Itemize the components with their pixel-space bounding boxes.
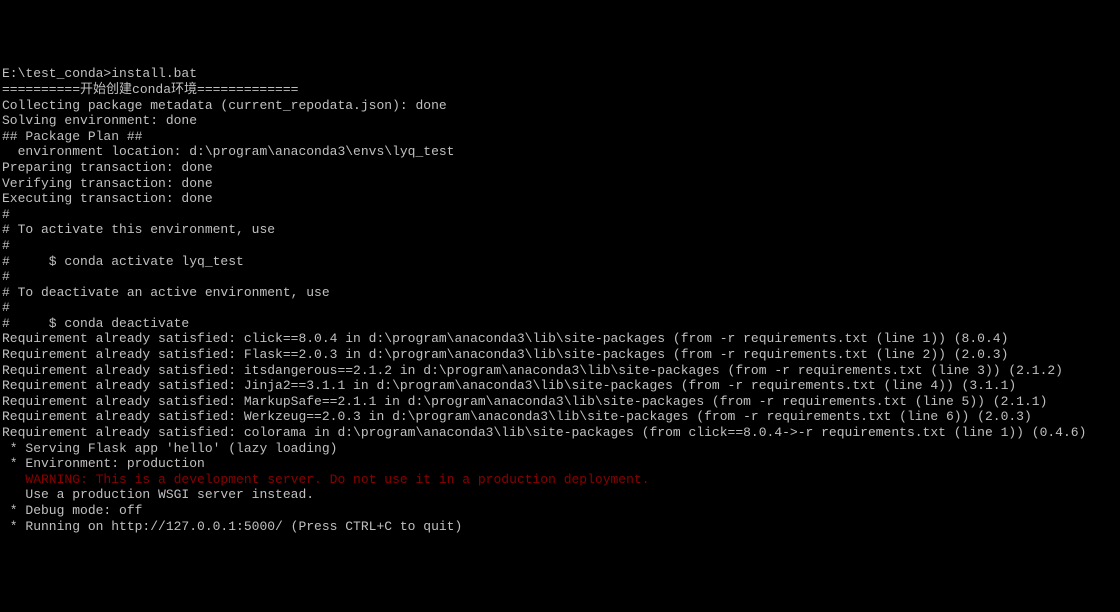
terminal-line: # To deactivate an active environment, u… [2, 285, 1118, 301]
terminal-line: # [2, 300, 1118, 316]
command: install.bat [111, 66, 197, 82]
terminal-line: * Environment: production [2, 456, 1118, 472]
terminal-line: Requirement already satisfied: itsdanger… [2, 363, 1118, 379]
terminal-line: Requirement already satisfied: Werkzeug=… [2, 409, 1118, 425]
terminal-line: # [2, 269, 1118, 285]
terminal-line: Requirement already satisfied: MarkupSaf… [2, 394, 1118, 410]
terminal-line: Requirement already satisfied: click==8.… [2, 331, 1118, 347]
terminal-line: # [2, 238, 1118, 254]
terminal-line: # $ conda deactivate [2, 316, 1118, 332]
terminal-line: Collecting package metadata (current_rep… [2, 98, 1118, 114]
terminal-line: # $ conda activate lyq_test [2, 254, 1118, 270]
terminal-line: * Running on http://127.0.0.1:5000/ (Pre… [2, 519, 1118, 535]
terminal-line: Requirement already satisfied: colorama … [2, 425, 1118, 441]
terminal-line: Use a production WSGI server instead. [2, 487, 1118, 503]
terminal-window[interactable]: E:\test_conda>install.bat==========开始创建c… [2, 66, 1118, 534]
terminal-line: Verifying transaction: done [2, 176, 1118, 192]
terminal-line: Executing transaction: done [2, 191, 1118, 207]
terminal-line: # To activate this environment, use [2, 222, 1118, 238]
terminal-line: environment location: d:\program\anacond… [2, 144, 1118, 160]
terminal-line: Solving environment: done [2, 113, 1118, 129]
terminal-line: Preparing transaction: done [2, 160, 1118, 176]
terminal-line: Requirement already satisfied: Jinja2==3… [2, 378, 1118, 394]
terminal-line: Requirement already satisfied: Flask==2.… [2, 347, 1118, 363]
terminal-line: * Debug mode: off [2, 503, 1118, 519]
terminal-line: ==========开始创建conda环境============= [2, 82, 1118, 98]
terminal-line: ## Package Plan ## [2, 129, 1118, 145]
terminal-line: * Serving Flask app 'hello' (lazy loadin… [2, 441, 1118, 457]
terminal-line: # [2, 207, 1118, 223]
prompt: E:\test_conda> [2, 66, 111, 82]
warning-line: WARNING: This is a development server. D… [2, 472, 1118, 488]
